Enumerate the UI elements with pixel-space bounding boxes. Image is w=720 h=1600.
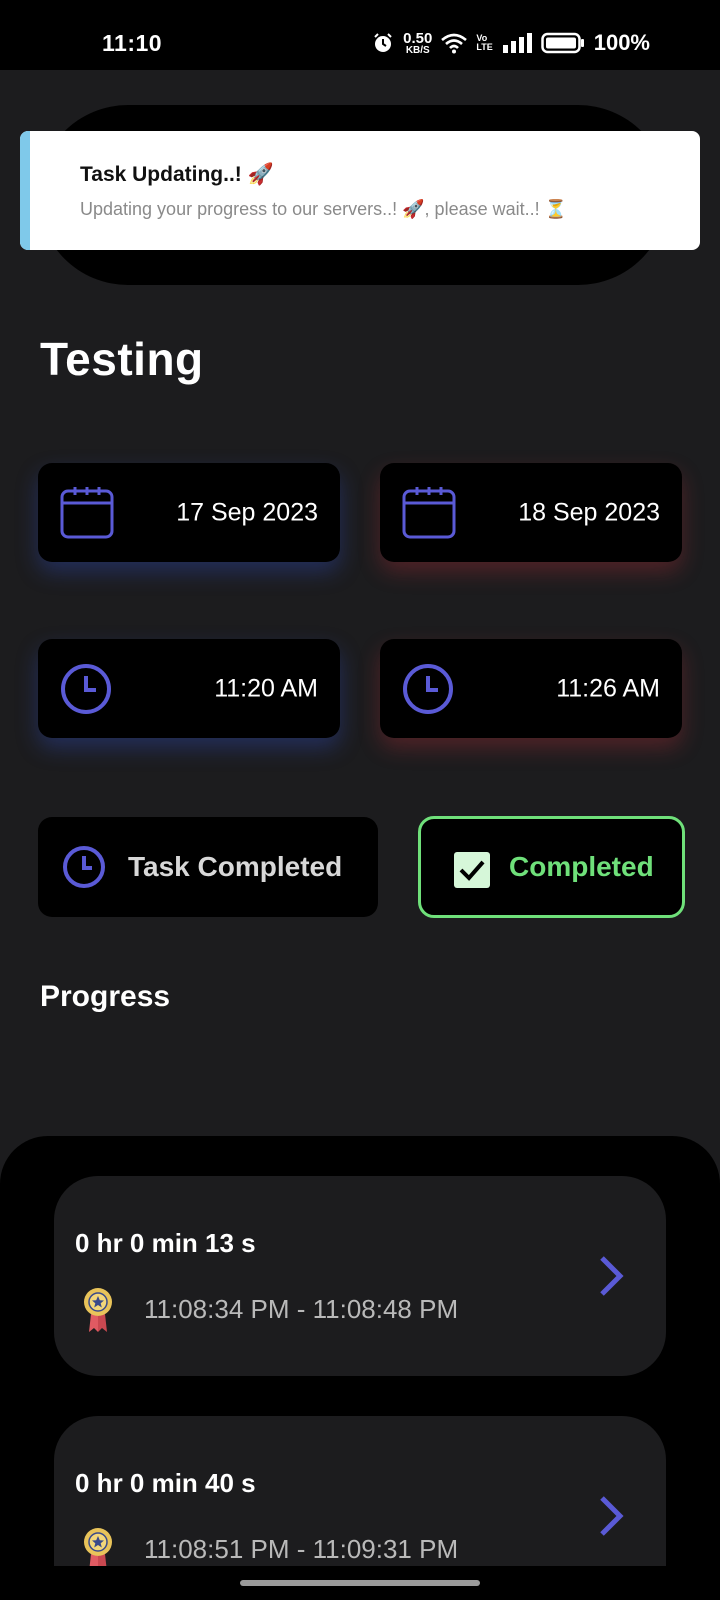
clock-icon	[403, 663, 453, 714]
battery-icon	[540, 32, 584, 54]
calendar-icon	[402, 486, 456, 538]
checkmark-icon	[459, 860, 485, 881]
home-indicator[interactable]	[240, 1580, 480, 1586]
toast-message: Updating your progress to our servers..!…	[80, 199, 568, 219]
volte-bottom: LTE	[476, 42, 493, 52]
status-bar: 11:10 0.50 KB/S Vo LTE 100%	[0, 0, 720, 70]
toast-notification[interactable]: Task Updating..! 🚀 Updating your progres…	[20, 131, 700, 250]
task-title: Testing	[40, 333, 204, 385]
progress-panel: 0 hr 0 min 13 s 11:08:34 PM - 11:08:48 P…	[0, 1136, 720, 1600]
start-date-value: 17 Sep 2023	[176, 498, 318, 526]
net-speed-value: 0.50	[403, 29, 433, 47]
task-status-card[interactable]: Task Completed	[38, 817, 378, 917]
progress-duration: 0 hr 0 min 13 s	[75, 1228, 256, 1258]
volte-indicator: Vo LTE	[476, 34, 492, 52]
completed-toggle[interactable]: Completed	[418, 816, 685, 918]
net-speed: 0.50 KB/S	[403, 31, 432, 56]
clock-icon	[61, 663, 111, 714]
status-time: 11:10	[102, 30, 163, 56]
calendar-icon	[60, 486, 114, 538]
progress-item[interactable]: 0 hr 0 min 13 s 11:08:34 PM - 11:08:48 P…	[54, 1176, 666, 1376]
progress-time-range: 11:08:34 PM - 11:08:48 PM	[144, 1294, 459, 1324]
progress-duration: 0 hr 0 min 40 s	[75, 1468, 256, 1498]
battery-percentage: 100%	[593, 30, 650, 55]
status-icons: 0.50 KB/S Vo LTE 100%	[372, 30, 650, 56]
start-time-card[interactable]: 11:20 AM	[38, 639, 340, 738]
toast-title: Task Updating..! 🚀	[80, 163, 274, 186]
end-date-value: 18 Sep 2023	[518, 498, 660, 526]
alarm-icon	[374, 33, 392, 52]
chevron-right-icon[interactable]	[598, 1494, 624, 1538]
signal-icon	[502, 33, 532, 53]
completed-label: Completed	[509, 851, 654, 882]
wifi-icon	[441, 33, 468, 54]
net-speed-unit: KB/S	[405, 44, 430, 56]
start-time-value: 11:20 AM	[214, 674, 318, 702]
progress-time-range: 11:08:51 PM - 11:09:31 PM	[144, 1534, 459, 1564]
end-time-value: 11:26 AM	[556, 674, 660, 702]
task-status-label: Task Completed	[128, 851, 343, 882]
end-date-card[interactable]: 18 Sep 2023	[380, 463, 682, 562]
end-time-card[interactable]: 11:26 AM	[380, 639, 682, 738]
progress-section-title: Progress	[40, 980, 171, 1013]
clock-icon	[63, 846, 105, 888]
chevron-right-icon[interactable]	[598, 1254, 624, 1298]
medal-icon	[84, 1288, 112, 1332]
toast-accent-bar	[20, 131, 30, 250]
start-date-card[interactable]: 17 Sep 2023	[38, 463, 340, 562]
checkbox-checked	[454, 852, 490, 888]
